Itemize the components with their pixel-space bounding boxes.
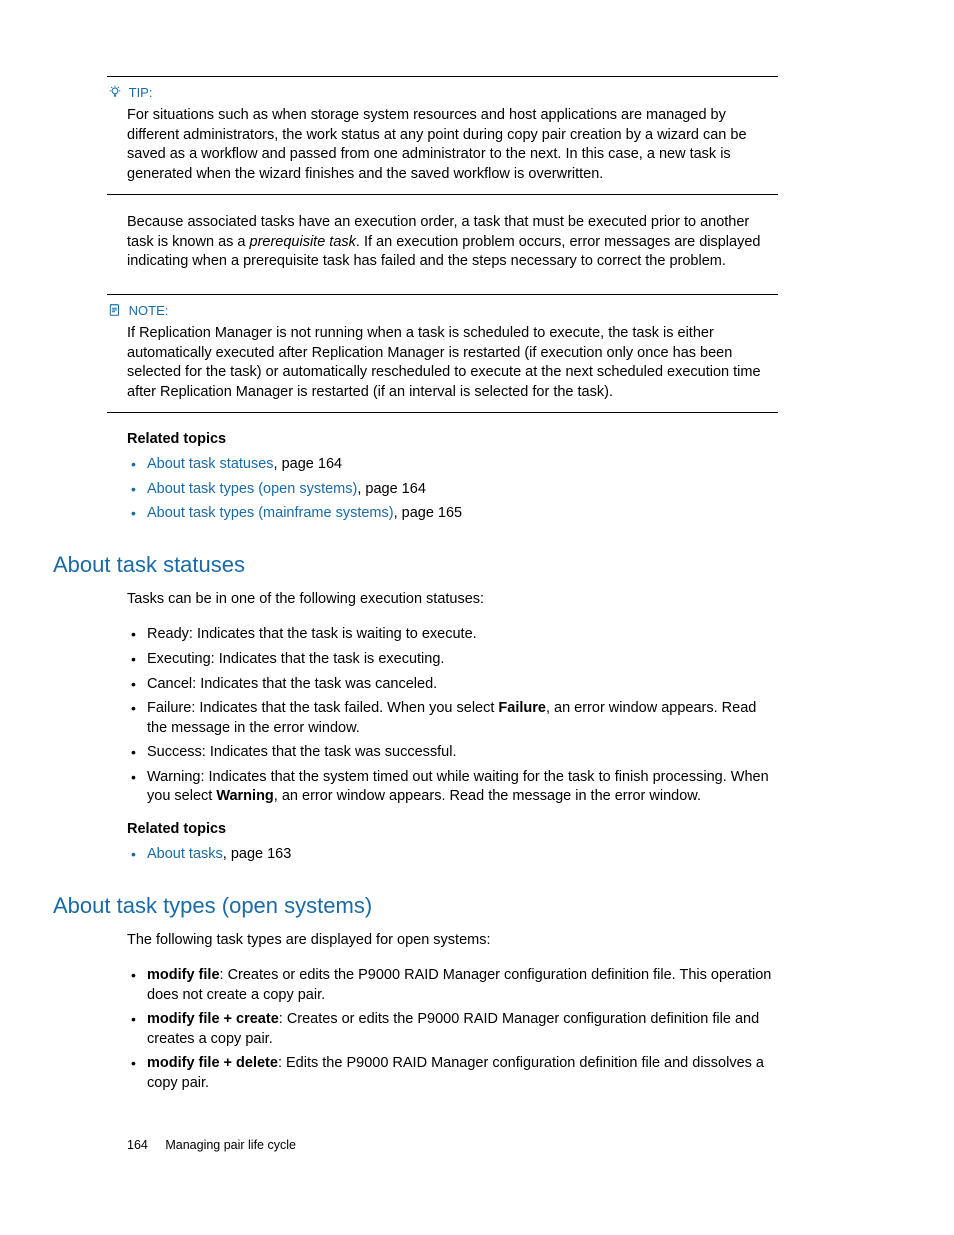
related-topics-heading-2: Related topics <box>127 821 778 837</box>
tip-label: TIP: <box>129 85 153 100</box>
note-callout: NOTE: If Replication Manager is not runn… <box>107 294 778 413</box>
related-topics-heading: Related topics <box>127 431 778 447</box>
statuses-intro: Tasks can be in one of the following exe… <box>127 590 778 610</box>
status-executing: Executing: Indicates that the task is ex… <box>127 650 778 670</box>
tip-body: For situations such as when storage syst… <box>107 106 778 184</box>
type-modify-file: modify file: Creates or edits the P9000 … <box>127 966 778 1005</box>
statuses-list: Ready: Indicates that the task is waitin… <box>127 625 778 807</box>
status-cancel: Cancel: Indicates that the task was canc… <box>127 675 778 695</box>
related-topics-list-2: About tasks, page 163 <box>127 845 778 865</box>
tip-callout: TIP: For situations such as when storage… <box>107 76 778 195</box>
heading-about-task-statuses: About task statuses <box>53 552 778 578</box>
footer-chapter: Managing pair life cycle <box>165 1138 296 1152</box>
tip-header: TIP: <box>107 85 778 100</box>
link-about-task-statuses[interactable]: About task statuses <box>147 456 274 472</box>
note-label: NOTE: <box>129 303 169 318</box>
type-modify-file-create: modify file + create: Creates or edits t… <box>127 1010 778 1049</box>
page-footer: 164 Managing pair life cycle <box>127 1138 296 1152</box>
related-link-item: About task types (mainframe systems), pa… <box>127 504 778 524</box>
heading-about-task-types-open: About task types (open systems) <box>53 893 778 919</box>
status-warning: Warning: Indicates that the system timed… <box>127 768 778 807</box>
lightbulb-icon <box>107 85 123 100</box>
note-header: NOTE: <box>107 303 778 318</box>
related-link-item: About tasks, page 163 <box>127 845 778 865</box>
status-failure: Failure: Indicates that the task failed.… <box>127 699 778 738</box>
types-intro: The following task types are displayed f… <box>127 931 778 951</box>
status-ready: Ready: Indicates that the task is waitin… <box>127 625 778 645</box>
page-number: 164 <box>127 1138 148 1152</box>
types-list: modify file: Creates or edits the P9000 … <box>127 966 778 1093</box>
note-icon <box>107 303 123 318</box>
type-modify-file-delete: modify file + delete: Edits the P9000 RA… <box>127 1054 778 1093</box>
status-success: Success: Indicates that the task was suc… <box>127 743 778 763</box>
related-topics-list: About task statuses, page 164 About task… <box>127 455 778 524</box>
related-link-item: About task types (open systems), page 16… <box>127 480 778 500</box>
link-about-task-types-open[interactable]: About task types (open systems) <box>147 481 357 497</box>
link-about-tasks[interactable]: About tasks <box>147 846 223 862</box>
link-about-task-types-mainframe[interactable]: About task types (mainframe systems) <box>147 505 394 521</box>
related-link-item: About task statuses, page 164 <box>127 455 778 475</box>
note-body: If Replication Manager is not running wh… <box>107 324 778 402</box>
prerequisite-paragraph: Because associated tasks have an executi… <box>127 213 778 272</box>
